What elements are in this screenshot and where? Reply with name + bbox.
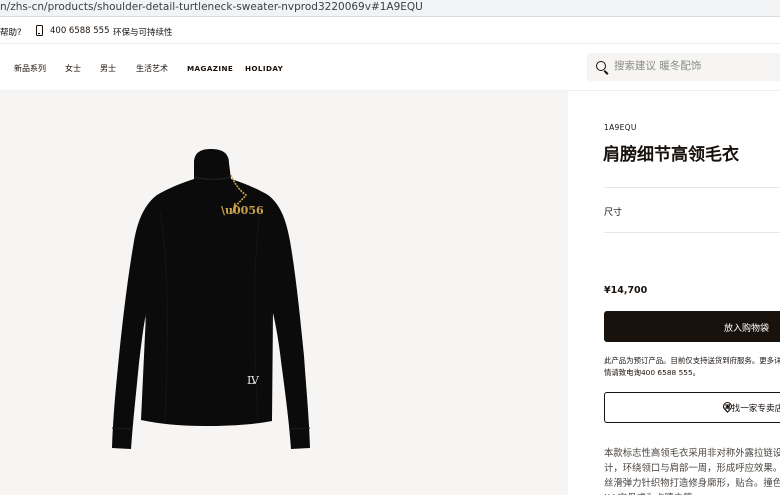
divider	[604, 232, 780, 233]
add-to-bag-button[interactable]: 放入购物袋	[604, 311, 780, 342]
phone-icon	[36, 25, 43, 36]
size-selector[interactable]: 尺寸	[604, 205, 622, 218]
product-gallery[interactable]: \u0056 LV	[0, 91, 568, 495]
nav-art-of-living[interactable]: 生活艺术	[136, 63, 168, 74]
divider	[604, 187, 780, 188]
preorder-notice: 此产品为预订产品。目前仅支持送货到府服务。更多详情请致电询400 6588 55…	[604, 356, 780, 377]
find-store-button[interactable]: 寻找一家专卖店	[604, 392, 780, 423]
nav-men[interactable]: 男士	[100, 63, 116, 74]
product-description: 本款标志性高领毛衣采用非对称外露拉链设计，环绕领口与肩部一周，形成呼应效果。丝滑…	[604, 448, 780, 495]
nav-new-collection[interactable]: 新品系列	[14, 63, 46, 74]
svg-text:\u0056: \u0056	[221, 204, 264, 217]
product-price: ¥14,700	[604, 285, 648, 296]
phone-number[interactable]: 400 6588 555	[50, 26, 109, 36]
browser-url-bar[interactable]: n/zhs-cn/products/shoulder-detail-turtle…	[0, 0, 780, 17]
find-store-label: 寻找一家专卖店	[723, 404, 780, 414]
url-text[interactable]: n/zhs-cn/products/shoulder-detail-turtle…	[0, 1, 423, 13]
nav-magazine[interactable]: MAGAZINE	[187, 64, 233, 73]
product-info-panel: 1A9EQU 肩膀细节高领毛衣 尺寸 ¥14,700 放入购物袋 此产品为预订产…	[568, 91, 780, 495]
search-box[interactable]	[587, 53, 780, 81]
search-icon[interactable]	[596, 61, 606, 71]
sustainability-link[interactable]: 环保与可持续性	[113, 26, 173, 38]
nav-women[interactable]: 女士	[65, 63, 81, 74]
nav-holiday[interactable]: HOLIDAY	[245, 64, 283, 73]
help-link[interactable]: 帮助?	[0, 26, 22, 38]
utility-bar: 帮助? 400 6588 555 环保与可持续性	[0, 17, 780, 44]
search-input[interactable]	[614, 60, 774, 72]
product-title: 肩膀细节高领毛衣	[603, 145, 739, 165]
product-sku: 1A9EQU	[604, 123, 637, 132]
add-to-bag-label: 放入购物袋	[724, 324, 770, 334]
sweater-image: \u0056 LV	[111, 149, 311, 449]
